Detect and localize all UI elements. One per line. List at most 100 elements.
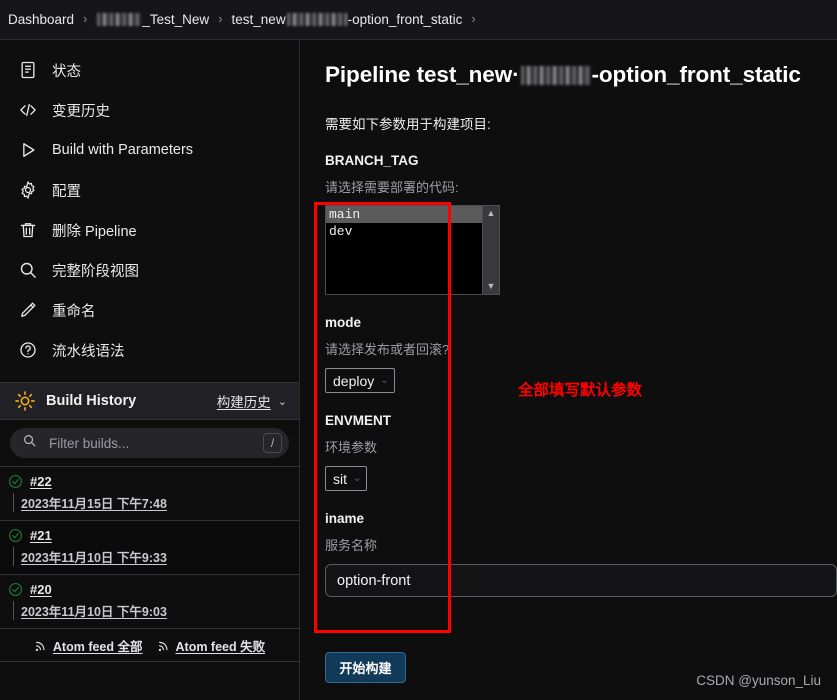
build-filter-box[interactable]: /: [10, 428, 289, 458]
sidebar-nav: 状态 变更历史 Build with Parameters 配置 删除 Pipe…: [0, 40, 299, 376]
mode-select[interactable]: deploy ⌄: [325, 368, 395, 393]
build-date-link[interactable]: 2023年11月10日 下午9:33: [13, 547, 289, 566]
param-description: 环境参数: [325, 440, 378, 455]
atom-feed-label: Atom feed 全部: [52, 639, 143, 654]
build-history-item[interactable]: #22 2023年11月15日 下午7:48: [0, 466, 299, 520]
breadcrumb-label: Dashboard: [8, 12, 75, 27]
atom-feed-all-link[interactable]: Atom feed 全部: [34, 636, 143, 655]
build-date-link[interactable]: 2023年11月10日 下午9:03: [13, 601, 289, 620]
play-icon: [18, 140, 38, 160]
start-build-button[interactable]: 开始构建: [325, 652, 406, 683]
param-description: 请选择发布或者回滚?: [325, 342, 450, 357]
breadcrumb-item-dashboard[interactable]: Dashboard: [8, 12, 74, 27]
build-item-header: #22: [8, 474, 289, 489]
sun-icon: [14, 390, 36, 412]
iname-input[interactable]: [325, 564, 837, 597]
sidebar-item-build-with-parameters[interactable]: Build with Parameters: [0, 130, 299, 170]
param-branch-tag: BRANCH_TAG 请选择需要部署的代码: main dev ▲ ▼: [325, 153, 837, 295]
question-circle-icon: [18, 340, 38, 360]
sidebar-item-label: 变更历史: [52, 103, 110, 120]
branch-tag-listbox[interactable]: main dev ▲ ▼: [325, 205, 500, 295]
listbox-option-main[interactable]: main: [326, 206, 482, 223]
envment-select-value: sit: [333, 470, 347, 487]
build-filter-wrap: /: [0, 420, 299, 466]
breadcrumb-item-pipeline[interactable]: test_new -option_front_static: [232, 12, 463, 27]
search-input[interactable]: [47, 434, 253, 452]
sidebar-item-configure[interactable]: 配置: [0, 170, 299, 210]
mode-select-value: deploy: [333, 372, 375, 389]
page-title-suffix: -option_front_static: [591, 62, 801, 87]
breadcrumb-separator-icon: ›: [83, 11, 88, 26]
breadcrumb-label: test_new: [231, 12, 286, 27]
param-label: ENVMENT: [325, 413, 392, 428]
rss-icon: [34, 638, 48, 652]
chevron-down-icon[interactable]: ⌄: [278, 395, 287, 408]
status-success-icon: [8, 582, 23, 597]
search-icon: [18, 260, 38, 280]
rss-icon: [157, 638, 171, 652]
sidebar: 状态 变更历史 Build with Parameters 配置 删除 Pipe…: [0, 40, 300, 700]
trash-icon: [18, 220, 38, 240]
atom-feed-label: Atom feed 失败: [175, 639, 266, 654]
redacted-text-block: [520, 65, 591, 85]
sidebar-item-pipeline-syntax[interactable]: 流水线语法: [0, 330, 299, 370]
param-envment: ENVMENT 环境参数 sit ⌄: [325, 413, 837, 491]
breadcrumb-label: _Test_New: [142, 12, 210, 27]
page-title: Pipeline test_new· -option_front_static: [325, 62, 837, 88]
main-content: Pipeline test_new· -option_front_static 需…: [300, 40, 837, 700]
breadcrumb-separator-icon: ›: [218, 11, 223, 26]
document-icon: [18, 60, 38, 80]
shortcut-key-badge: /: [263, 433, 282, 453]
param-label: mode: [325, 315, 362, 330]
build-number-link[interactable]: #21: [30, 528, 52, 543]
build-history-item[interactable]: #21 2023年11月10日 下午9:33: [0, 520, 299, 574]
build-history-title: Build History: [46, 393, 137, 409]
sidebar-item-label: 配置: [52, 183, 81, 200]
annotation-note: 全部填写默认参数: [518, 382, 643, 399]
listbox-scrollbar[interactable]: ▲ ▼: [482, 206, 499, 294]
breadcrumb-separator-icon: ›: [471, 11, 476, 26]
listbox-option-dev[interactable]: dev: [326, 223, 482, 240]
sidebar-item-changes[interactable]: 变更历史: [0, 90, 299, 130]
build-item-header: #20: [8, 582, 289, 597]
chevron-down-icon: ⌄: [353, 473, 362, 484]
scroll-up-icon[interactable]: ▲: [487, 209, 496, 218]
build-number-link[interactable]: #20: [30, 582, 52, 597]
scroll-down-icon[interactable]: ▼: [487, 282, 496, 291]
redacted-text-block: [97, 13, 142, 26]
page-title-prefix: Pipeline test_new·: [325, 62, 520, 87]
atom-feed-failed-link[interactable]: Atom feed 失败: [157, 636, 266, 655]
sidebar-item-label: 重命名: [52, 303, 96, 320]
build-history-link[interactable]: 构建历史: [217, 391, 271, 411]
status-success-icon: [8, 528, 23, 543]
param-iname: iname 服务名称: [325, 511, 837, 597]
param-label: BRANCH_TAG: [325, 153, 419, 168]
code-icon: [18, 100, 38, 120]
sidebar-item-label: 流水线语法: [52, 343, 125, 360]
parameters-intro: 需要如下参数用于构建项目:: [325, 117, 491, 132]
param-description: 请选择需要部署的代码:: [325, 180, 459, 195]
build-history-item[interactable]: #20 2023年11月10日 下午9:03: [0, 574, 299, 628]
build-date-link[interactable]: 2023年11月15日 下午7:48: [13, 493, 289, 512]
envment-select[interactable]: sit ⌄: [325, 466, 368, 491]
sidebar-item-label: Build with Parameters: [52, 142, 194, 158]
build-number-link[interactable]: #22: [30, 474, 52, 489]
gear-icon: [18, 180, 38, 200]
redacted-text-block: [286, 13, 347, 26]
breadcrumb-label-suffix: -option_front_static: [347, 12, 463, 27]
breadcrumb-item-project[interactable]: _Test_New: [96, 12, 209, 27]
build-history-header: Build History 构建历史 ⌄: [0, 382, 299, 420]
breadcrumb: Dashboard › _Test_New › test_new -option_…: [0, 0, 837, 40]
search-icon: [22, 433, 37, 453]
pencil-icon: [18, 300, 38, 320]
sidebar-item-delete-pipeline[interactable]: 删除 Pipeline: [0, 210, 299, 250]
atom-feed-bar: Atom feed 全部 Atom feed 失败: [0, 628, 299, 662]
sidebar-item-full-stage-view[interactable]: 完整阶段视图: [0, 250, 299, 290]
sidebar-item-label: 状态: [52, 63, 81, 80]
sidebar-item-rename[interactable]: 重命名: [0, 290, 299, 330]
sidebar-item-status[interactable]: 状态: [0, 50, 299, 90]
build-item-header: #21: [8, 528, 289, 543]
build-history-actions: 构建历史 ⌄: [217, 391, 287, 411]
watermark: CSDN @yunson_Liu: [696, 673, 821, 688]
sidebar-item-label: 完整阶段视图: [52, 263, 139, 280]
